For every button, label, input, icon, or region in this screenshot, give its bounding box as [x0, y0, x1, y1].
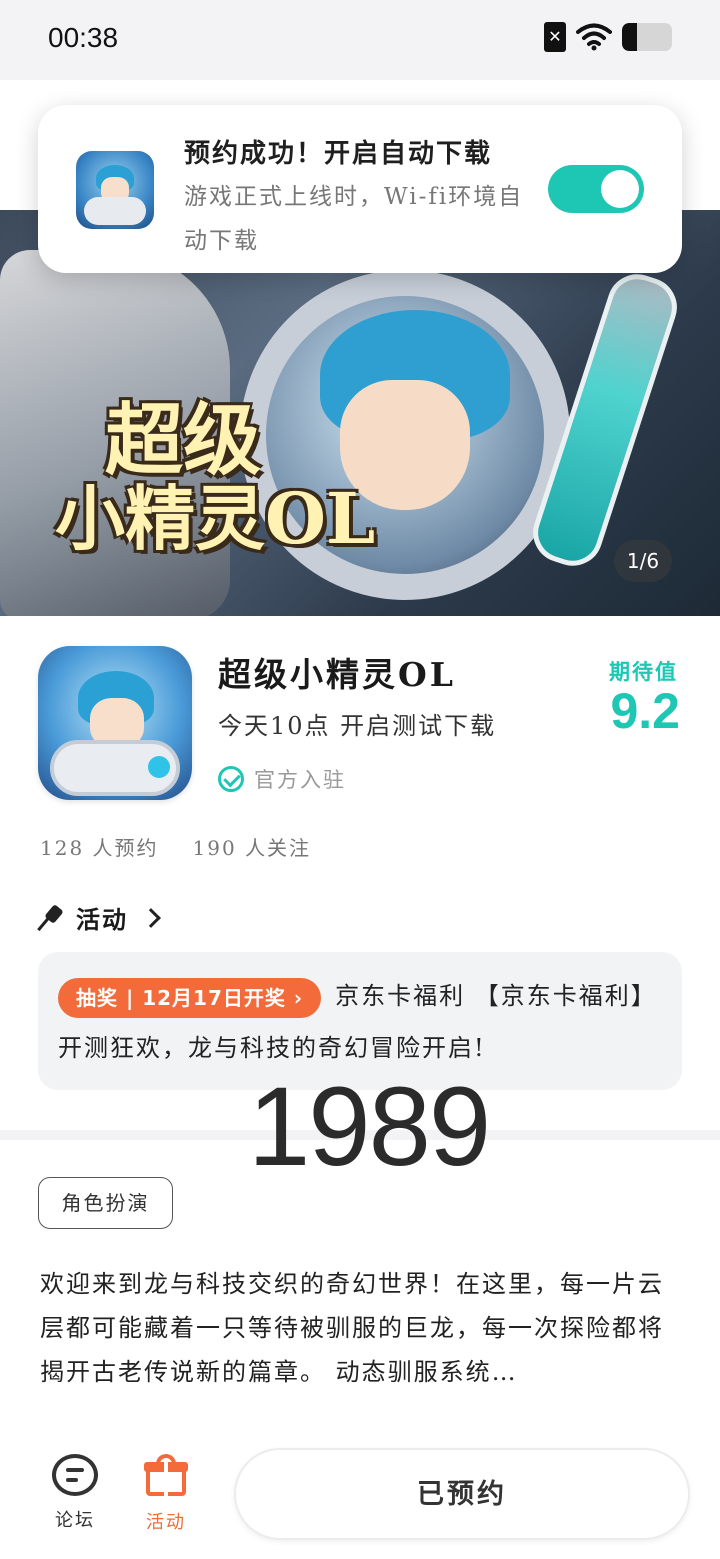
activity-header-label: 活动 [76, 905, 128, 934]
banner-title-line1: 超级 [105, 395, 262, 486]
status-bar: 00:38 ✕ [0, 0, 720, 80]
app-icon [38, 646, 192, 800]
banner-title-art: 超级 小精灵OL [55, 400, 385, 555]
banner-pager: 1/6 [614, 540, 672, 582]
app-subtitle: 今天10点 开启测试下载 [218, 712, 497, 740]
gift-icon [144, 1454, 188, 1498]
follower-count: 190 人关注 [192, 836, 312, 860]
counts: 128 人预约 190 人关注 [40, 832, 311, 861]
nav-activity-label: 活动 [146, 1512, 186, 1533]
banner-title-line2: 小精灵OL [55, 476, 376, 560]
lottery-tag[interactable]: 抽奖 | 12月17日开奖 › [58, 977, 322, 1018]
toast-title: 预约成功！开启自动下载 [184, 139, 493, 169]
app-name: 超级小精灵OL [218, 655, 456, 694]
chevron-right-icon [141, 907, 161, 928]
clock: 00:38 [48, 22, 119, 53]
sim-off-icon: ✕ [544, 22, 566, 52]
check-circle-icon [218, 766, 244, 792]
expect-score: 9.2 [610, 683, 680, 739]
nav-forum-label: 论坛 [55, 1510, 95, 1531]
game-description[interactable]: 欢迎来到龙与科技交织的奇幻世界！在这里，每一片云层都可能藏着一只等待被驯服的巨龙… [40, 1262, 685, 1394]
wifi-icon [576, 23, 612, 51]
pin-icon [40, 906, 64, 930]
reserved-button[interactable]: 已预约 [234, 1448, 690, 1540]
nav-activity[interactable]: 活动 [131, 1454, 201, 1534]
reservation-count: 128 人预约 [40, 836, 159, 860]
battery-level [622, 23, 637, 51]
activity-header[interactable]: 活动 [40, 900, 161, 935]
toggle-knob [601, 170, 639, 208]
reservation-toast: 预约成功！开启自动下载 游戏正式上线时，Wi-fi环境自动下载 [38, 105, 682, 273]
genre-tag[interactable]: 角色扮演 [38, 1177, 173, 1229]
activity-card-text: 抽奖 | 12月17日开奖 › 京东卡福利 【京东卡福利】开测狂欢，龙与科技的奇幻… [58, 970, 668, 1074]
nav-forum[interactable]: 论坛 [40, 1454, 110, 1532]
bottom-bar: 论坛 活动 已预约 [0, 1430, 720, 1559]
official-badge: 官方入驻 [218, 764, 346, 794]
forum-icon [52, 1454, 98, 1496]
battery-icon [622, 23, 672, 51]
status-icons: ✕ [544, 22, 672, 52]
auto-download-toggle[interactable] [548, 165, 644, 213]
official-label: 官方入驻 [254, 768, 346, 792]
overlay-number: 1989 [248, 1064, 491, 1189]
toast-app-icon [76, 151, 154, 229]
toast-description: 游戏正式上线时，Wi-fi环境自动下载 [184, 184, 524, 254]
